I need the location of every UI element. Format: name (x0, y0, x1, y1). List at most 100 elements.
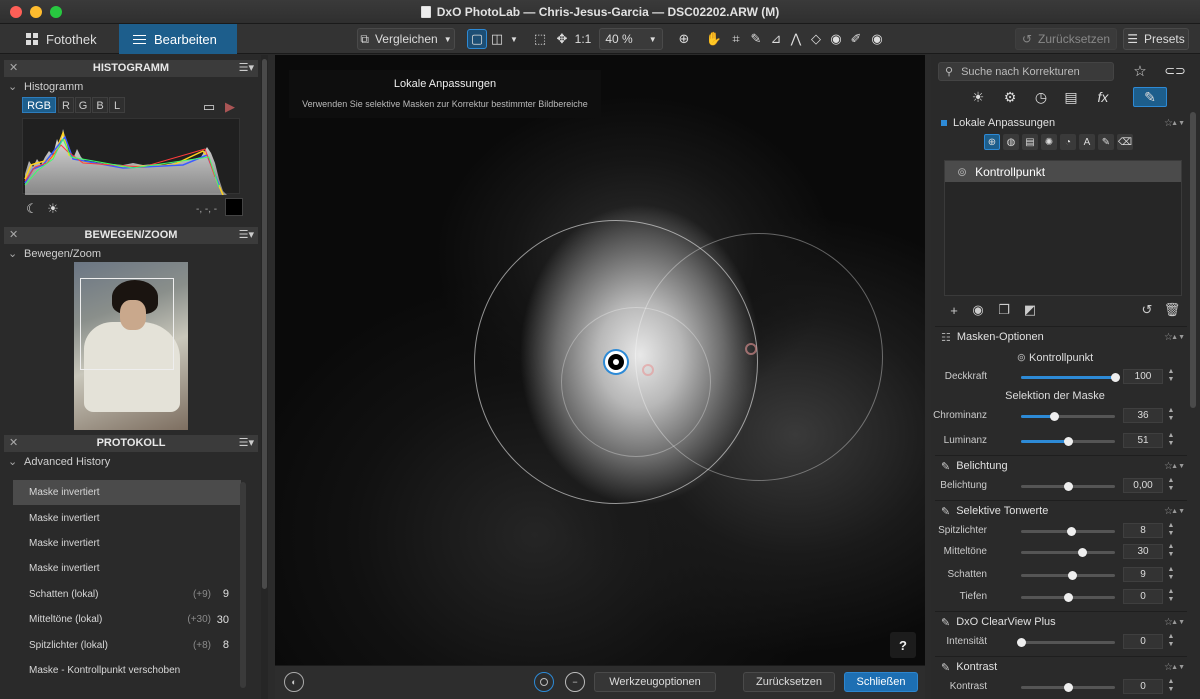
midtones-slider[interactable] (1021, 548, 1115, 557)
shadows-slider[interactable] (1021, 571, 1115, 580)
move-zoom-header[interactable]: ✕ BEWEGEN/ZOOM ☰▾ (4, 227, 258, 244)
chrominance-slider[interactable] (1021, 412, 1115, 421)
channel-g[interactable]: G (75, 97, 91, 113)
move-zoom-subheader[interactable]: ⌄ Bewegen/Zoom (8, 247, 101, 260)
control-line-mask-icon[interactable]: ◍ (1003, 134, 1019, 150)
duplicate-mask-icon[interactable]: ❐ (996, 302, 1012, 318)
control-point-ghost[interactable] (745, 343, 757, 355)
history-item[interactable]: Mitteltöne (lokal) (+30) 30 (13, 607, 241, 632)
protocol-header[interactable]: ✕ PROTOKOLL ☰▾ (4, 435, 258, 452)
toggle-icon[interactable]: ⊂⊃ (1164, 61, 1186, 81)
right-scrollbar[interactable] (1190, 112, 1196, 408)
tab-detail-icon[interactable]: ◷ (1029, 87, 1053, 107)
zoom-select[interactable]: 40 % ▼ (599, 28, 663, 50)
brush-mask-icon[interactable]: ◔ (1060, 134, 1076, 150)
control-point-ghost[interactable] (642, 364, 654, 376)
crop-icon[interactable]: ⌗ (726, 29, 746, 49)
stepper-icon[interactable]: ▲▼ (1167, 543, 1175, 559)
tab-color-icon[interactable]: ⚙ (998, 87, 1022, 107)
invert-mask-icon[interactable]: ◩ (1022, 302, 1038, 318)
intensity-slider[interactable] (1016, 638, 1115, 647)
perspective-icon[interactable]: ⋀ (786, 29, 806, 49)
hand-icon[interactable]: ✋ (704, 29, 724, 49)
monitor-icon[interactable]: ▭ (199, 97, 219, 117)
control-point-tool-icon[interactable] (534, 672, 554, 692)
softproof-icon[interactable]: ▶ (220, 97, 240, 117)
auto-mask-icon[interactable]: ✺ (1041, 134, 1057, 150)
reset-mask-icon[interactable]: ↺ (1139, 302, 1155, 318)
delete-mask-icon[interactable]: 🗑 (1164, 302, 1181, 318)
history-item[interactable]: Maske invertiert (13, 505, 241, 530)
history-item[interactable]: Maske invertiert (13, 531, 241, 556)
shadows-value[interactable]: 9 (1123, 567, 1163, 582)
tab-light-icon[interactable]: ☀ (966, 87, 990, 107)
blacks-slider[interactable] (1021, 593, 1115, 602)
history-item[interactable]: Maske invertiert (13, 480, 241, 506)
histogram-header[interactable]: ✕ HISTOGRAMM ☰▾ (4, 60, 258, 77)
stepper-icon[interactable]: ▲▼ (1167, 368, 1175, 384)
contrast-value[interactable]: 0 (1123, 679, 1163, 694)
stepper-icon[interactable]: ▲▼ (1171, 334, 1185, 341)
graduated-filter-icon[interactable]: ▤ (1022, 134, 1038, 150)
eye-icon[interactable]: ◉ (867, 29, 887, 49)
chrominance-value[interactable]: 36 (1123, 408, 1163, 423)
control-point-radius-inner[interactable] (561, 307, 711, 457)
reset-button[interactable]: Zurücksetzen (743, 672, 835, 692)
stepper-icon[interactable]: ▲▼ (1171, 664, 1185, 671)
move-icon[interactable]: ✥ (552, 29, 572, 49)
stepper-icon[interactable]: ▲▼ (1171, 120, 1185, 127)
stepper-icon[interactable]: ▲▼ (1167, 477, 1175, 493)
navigator-frame[interactable] (80, 278, 174, 370)
eraser-icon[interactable]: ⌫ (1117, 134, 1133, 150)
exposure-value[interactable]: 0,00 (1123, 478, 1163, 493)
control-point-handle[interactable] (605, 351, 627, 373)
stepper-icon[interactable]: ▲▼ (1167, 678, 1175, 694)
panel-menu-icon[interactable]: ☰▾ (239, 435, 254, 452)
close-button[interactable]: Schließen (844, 672, 918, 692)
stepper-icon[interactable]: ▲▼ (1171, 508, 1185, 515)
contrast-slider[interactable] (1021, 683, 1115, 692)
zoom-one-button[interactable]: 1:1 (572, 29, 594, 49)
blacks-value[interactable]: 0 (1123, 589, 1163, 604)
stepper-icon[interactable]: ▲▼ (1167, 522, 1175, 538)
navigator-thumbnail[interactable] (74, 262, 188, 430)
stepper-icon[interactable]: ▲▼ (1167, 432, 1175, 448)
midtones-value[interactable]: 30 (1123, 544, 1163, 559)
close-icon[interactable]: ✕ (9, 60, 18, 77)
left-scrollbar[interactable] (261, 55, 268, 699)
volume-icon[interactable]: ◇ (806, 29, 826, 49)
history-item[interactable]: Maske invertiert (13, 556, 241, 581)
compare-button[interactable]: ⧉ Vergleichen ▼ (357, 28, 455, 50)
stepper-icon[interactable]: ▲▼ (1167, 588, 1175, 604)
image-canvas[interactable]: Lokale Anpassungen Verwenden Sie selekti… (275, 55, 925, 665)
help-button[interactable]: ? (890, 632, 916, 658)
repair-icon[interactable]: ✐ (846, 29, 866, 49)
stepper-icon[interactable]: ▲▼ (1167, 566, 1175, 582)
control-point-mask-icon[interactable]: ⊕ (984, 134, 1000, 150)
panel-menu-icon[interactable]: ☰▾ (239, 60, 254, 77)
exposure-slider[interactable] (1021, 482, 1115, 491)
tab-effects-icon[interactable]: fx (1091, 87, 1115, 107)
tab-bearbeiten[interactable]: Bearbeiten (119, 24, 237, 54)
tab-geometry-icon[interactable]: ▤ (1059, 87, 1083, 107)
tab-local-adjust-icon[interactable]: ✎ (1133, 87, 1167, 107)
minimize-window-button[interactable] (30, 6, 42, 18)
brush-icon[interactable]: ✎ (1098, 134, 1114, 150)
tool-options-button[interactable]: Werkzeugoptionen (594, 672, 716, 692)
zoom-window-button[interactable] (50, 6, 62, 18)
channel-b[interactable]: B (92, 97, 108, 113)
history-item[interactable]: Maske - Kontrollpunkt verschoben (13, 658, 241, 683)
selective-tones-section[interactable]: ✎ Selektive Tonwerte ☆ ▲▼ (935, 502, 1187, 520)
auto-brush-icon[interactable]: A (1079, 134, 1095, 150)
presets-button[interactable]: ☰ Presets (1123, 28, 1189, 50)
fit-icon[interactable]: ⬚ (530, 29, 550, 49)
view-dropdown-icon[interactable]: ▼ (504, 29, 524, 49)
close-window-button[interactable] (10, 6, 22, 18)
highlights-value[interactable]: 8 (1123, 523, 1163, 538)
channel-r[interactable]: R (58, 97, 74, 113)
zoom-in-icon[interactable]: ⊕ (674, 29, 694, 49)
sun-icon[interactable]: ☀ (43, 199, 63, 219)
luminance-value[interactable]: 51 (1123, 433, 1163, 448)
history-item[interactable]: Spitzlichter (lokal) (+8) 8 (13, 632, 241, 657)
stepper-icon[interactable]: ▲▼ (1167, 633, 1175, 649)
